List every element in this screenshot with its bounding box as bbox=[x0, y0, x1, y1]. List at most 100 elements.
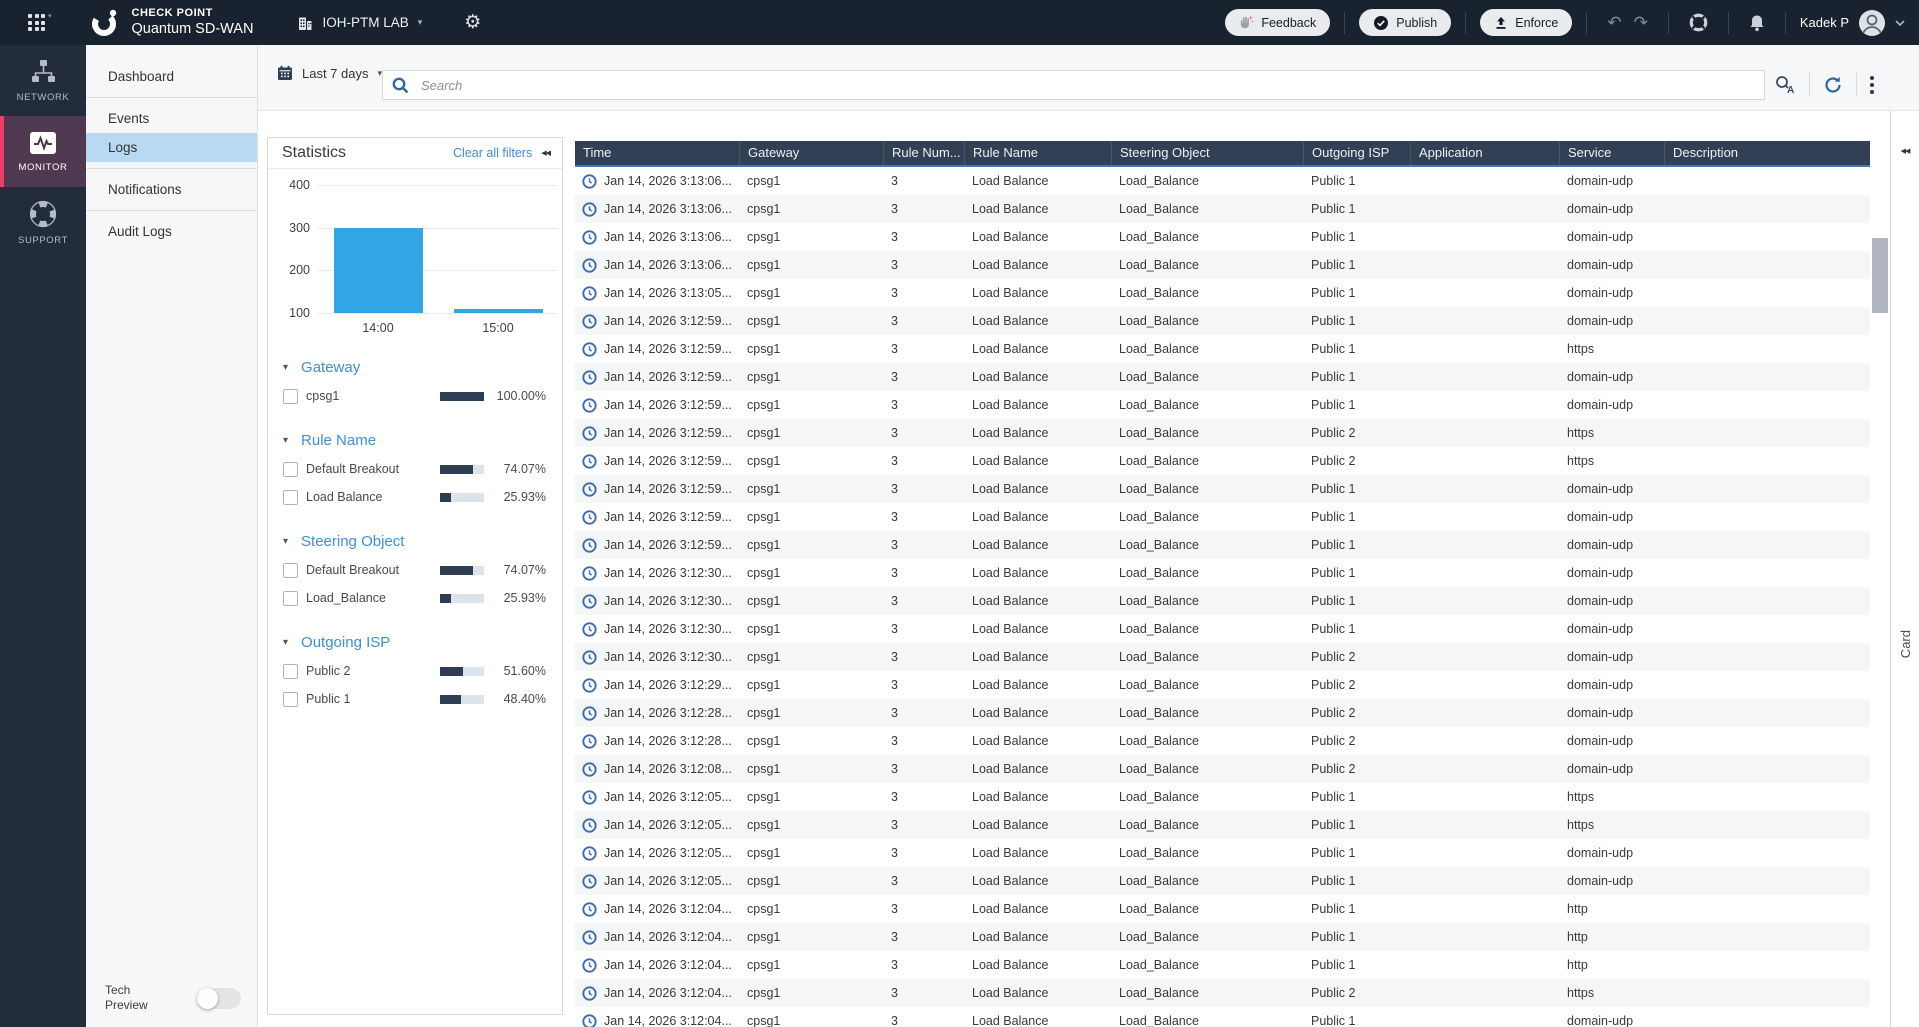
sidebar-item-notifications[interactable]: Notifications bbox=[86, 175, 257, 204]
clock-icon bbox=[582, 230, 597, 245]
table-row[interactable]: Jan 14, 2026 3:13:06...cpsg13Load Balanc… bbox=[575, 195, 1870, 223]
cell-outgoing-isp: Public 1 bbox=[1303, 510, 1410, 524]
table-row[interactable]: Jan 14, 2026 3:12:04...cpsg13Load Balanc… bbox=[575, 1007, 1870, 1027]
time-text: Jan 14, 2026 3:12:04... bbox=[604, 958, 732, 972]
cell-time: Jan 14, 2026 3:12:28... bbox=[575, 706, 739, 721]
table-row[interactable]: Jan 14, 2026 3:13:06...cpsg13Load Balanc… bbox=[575, 167, 1870, 195]
checkbox[interactable] bbox=[283, 563, 298, 578]
table-row[interactable]: Jan 14, 2026 3:12:59...cpsg13Load Balanc… bbox=[575, 335, 1870, 363]
table-row[interactable]: Jan 14, 2026 3:12:05...cpsg13Load Balanc… bbox=[575, 811, 1870, 839]
redo-icon[interactable]: ↷ bbox=[1628, 14, 1654, 31]
cell-gateway: cpsg1 bbox=[739, 398, 883, 412]
time-text: Jan 14, 2026 3:12:30... bbox=[604, 622, 732, 636]
checkbox[interactable] bbox=[283, 490, 298, 505]
column-header-service[interactable]: Service bbox=[1559, 141, 1664, 165]
table-row[interactable]: Jan 14, 2026 3:12:04...cpsg13Load Balanc… bbox=[575, 895, 1870, 923]
table-row[interactable]: Jan 14, 2026 3:12:28...cpsg13Load Balanc… bbox=[575, 727, 1870, 755]
table-row[interactable]: Jan 14, 2026 3:13:06...cpsg13Load Balanc… bbox=[575, 223, 1870, 251]
checkbox[interactable] bbox=[283, 462, 298, 477]
checkbox[interactable] bbox=[283, 664, 298, 679]
column-header-gateway[interactable]: Gateway bbox=[739, 141, 883, 165]
table-row[interactable]: Jan 14, 2026 3:12:59...cpsg13Load Balanc… bbox=[575, 475, 1870, 503]
collapse-triangle-icon[interactable]: ▾ bbox=[283, 362, 288, 373]
sidebar-item-dashboard[interactable]: Dashboard bbox=[86, 62, 257, 91]
publish-button[interactable]: Publish bbox=[1359, 9, 1451, 36]
filter-item-load-balance: Load Balance25.93% bbox=[268, 483, 562, 511]
cell-outgoing-isp: Public 2 bbox=[1303, 706, 1410, 720]
column-header-application[interactable]: Application bbox=[1410, 141, 1559, 165]
table-row[interactable]: Jan 14, 2026 3:12:59...cpsg13Load Balanc… bbox=[575, 447, 1870, 475]
column-header-steering-object[interactable]: Steering Object bbox=[1111, 141, 1303, 165]
kebab-menu-icon[interactable] bbox=[1870, 76, 1874, 94]
table-row[interactable]: Jan 14, 2026 3:12:59...cpsg13Load Balanc… bbox=[575, 503, 1870, 531]
table-row[interactable]: Jan 14, 2026 3:12:05...cpsg13Load Balanc… bbox=[575, 839, 1870, 867]
clock-icon bbox=[582, 734, 597, 749]
column-header-time[interactable]: Time bbox=[575, 141, 739, 165]
tech-preview-toggle[interactable] bbox=[197, 988, 241, 1009]
collapse-panel-icon[interactable]: ◀◀ bbox=[541, 149, 550, 157]
column-header-rule-name[interactable]: Rule Name bbox=[964, 141, 1111, 165]
clock-icon bbox=[582, 986, 597, 1001]
cell-gateway: cpsg1 bbox=[739, 370, 883, 384]
cell-rule-name: Load Balance bbox=[964, 762, 1111, 776]
column-header-description[interactable]: Description bbox=[1664, 141, 1870, 165]
table-row[interactable]: Jan 14, 2026 3:12:30...cpsg13Load Balanc… bbox=[575, 615, 1870, 643]
nav-item-monitor[interactable]: MONITOR bbox=[0, 116, 86, 187]
table-row[interactable]: Jan 14, 2026 3:12:04...cpsg13Load Balanc… bbox=[575, 979, 1870, 1007]
cell-rule-num: 3 bbox=[883, 454, 964, 468]
refresh-icon[interactable] bbox=[1823, 75, 1843, 95]
column-header-outgoing-isp[interactable]: Outgoing ISP bbox=[1303, 141, 1410, 165]
time-range-selector[interactable]: Last 7 days ▾ bbox=[277, 58, 382, 88]
table-row[interactable]: Jan 14, 2026 3:12:30...cpsg13Load Balanc… bbox=[575, 587, 1870, 615]
table-row[interactable]: Jan 14, 2026 3:12:04...cpsg13Load Balanc… bbox=[575, 923, 1870, 951]
app-grid-icon[interactable]: ▾ bbox=[28, 14, 52, 31]
nav-item-network[interactable]: NETWORK bbox=[0, 45, 86, 116]
help-lifering-icon[interactable] bbox=[1683, 13, 1714, 32]
undo-icon[interactable]: ↶ bbox=[1601, 14, 1627, 31]
table-row[interactable]: Jan 14, 2026 3:12:29...cpsg13Load Balanc… bbox=[575, 671, 1870, 699]
card-panel-tab[interactable]: Card bbox=[1898, 630, 1913, 658]
table-row[interactable]: Jan 14, 2026 3:13:06...cpsg13Load Balanc… bbox=[575, 251, 1870, 279]
table-row[interactable]: Jan 14, 2026 3:12:30...cpsg13Load Balanc… bbox=[575, 559, 1870, 587]
search-input[interactable] bbox=[382, 70, 1765, 100]
tenant-selector[interactable]: IOH-PTM LAB ▾ bbox=[297, 15, 422, 31]
collapse-triangle-icon[interactable]: ▾ bbox=[283, 637, 288, 648]
expand-card-panel-icon[interactable]: ◀◀ bbox=[1891, 147, 1919, 155]
sidebar-item-logs[interactable]: Logs bbox=[86, 133, 257, 162]
table-row[interactable]: Jan 14, 2026 3:12:08...cpsg13Load Balanc… bbox=[575, 755, 1870, 783]
gear-icon[interactable]: ⚙ bbox=[464, 13, 481, 32]
table-row[interactable]: Jan 14, 2026 3:12:59...cpsg13Load Balanc… bbox=[575, 531, 1870, 559]
checkbox[interactable] bbox=[283, 692, 298, 707]
sidebar-item-audit-logs[interactable]: Audit Logs bbox=[86, 217, 257, 246]
clear-all-filters-link[interactable]: Clear all filters bbox=[453, 146, 532, 160]
user-menu[interactable]: Kadek P bbox=[1800, 9, 1905, 37]
collapse-triangle-icon[interactable]: ▾ bbox=[283, 435, 288, 446]
nav-item-support[interactable]: SUPPORT bbox=[0, 187, 86, 258]
table-row[interactable]: Jan 14, 2026 3:12:05...cpsg13Load Balanc… bbox=[575, 783, 1870, 811]
waffle-icon bbox=[28, 14, 45, 31]
feedback-button[interactable]: Feedback bbox=[1225, 9, 1330, 36]
collapse-triangle-icon[interactable]: ▾ bbox=[283, 536, 288, 547]
cell-rule-name: Load Balance bbox=[964, 650, 1111, 664]
table-row[interactable]: Jan 14, 2026 3:12:28...cpsg13Load Balanc… bbox=[575, 699, 1870, 727]
time-text: Jan 14, 2026 3:12:59... bbox=[604, 398, 732, 412]
table-row[interactable]: Jan 14, 2026 3:12:59...cpsg13Load Balanc… bbox=[575, 307, 1870, 335]
cell-rule-name: Load Balance bbox=[964, 594, 1111, 608]
table-row[interactable]: Jan 14, 2026 3:12:05...cpsg13Load Balanc… bbox=[575, 867, 1870, 895]
checkbox[interactable] bbox=[283, 389, 298, 404]
vertical-scrollbar-thumb[interactable] bbox=[1872, 238, 1888, 313]
table-row[interactable]: Jan 14, 2026 3:12:59...cpsg13Load Balanc… bbox=[575, 391, 1870, 419]
column-header-rule-num[interactable]: Rule Num... bbox=[883, 141, 964, 165]
table-row[interactable]: Jan 14, 2026 3:12:59...cpsg13Load Balanc… bbox=[575, 363, 1870, 391]
search-query-syntax-icon[interactable]: A bbox=[1774, 75, 1796, 95]
enforce-label: Enforce bbox=[1515, 16, 1558, 30]
table-row[interactable]: Jan 14, 2026 3:13:05...cpsg13Load Balanc… bbox=[575, 279, 1870, 307]
table-row[interactable]: Jan 14, 2026 3:12:04...cpsg13Load Balanc… bbox=[575, 951, 1870, 979]
checkbox[interactable] bbox=[283, 591, 298, 606]
table-row[interactable]: Jan 14, 2026 3:12:30...cpsg13Load Balanc… bbox=[575, 643, 1870, 671]
sidebar-item-events[interactable]: Events bbox=[86, 104, 257, 133]
enforce-button[interactable]: Enforce bbox=[1480, 9, 1572, 36]
notifications-bell-icon[interactable] bbox=[1743, 14, 1771, 32]
table-row[interactable]: Jan 14, 2026 3:12:59...cpsg13Load Balanc… bbox=[575, 419, 1870, 447]
cell-rule-num: 3 bbox=[883, 986, 964, 1000]
